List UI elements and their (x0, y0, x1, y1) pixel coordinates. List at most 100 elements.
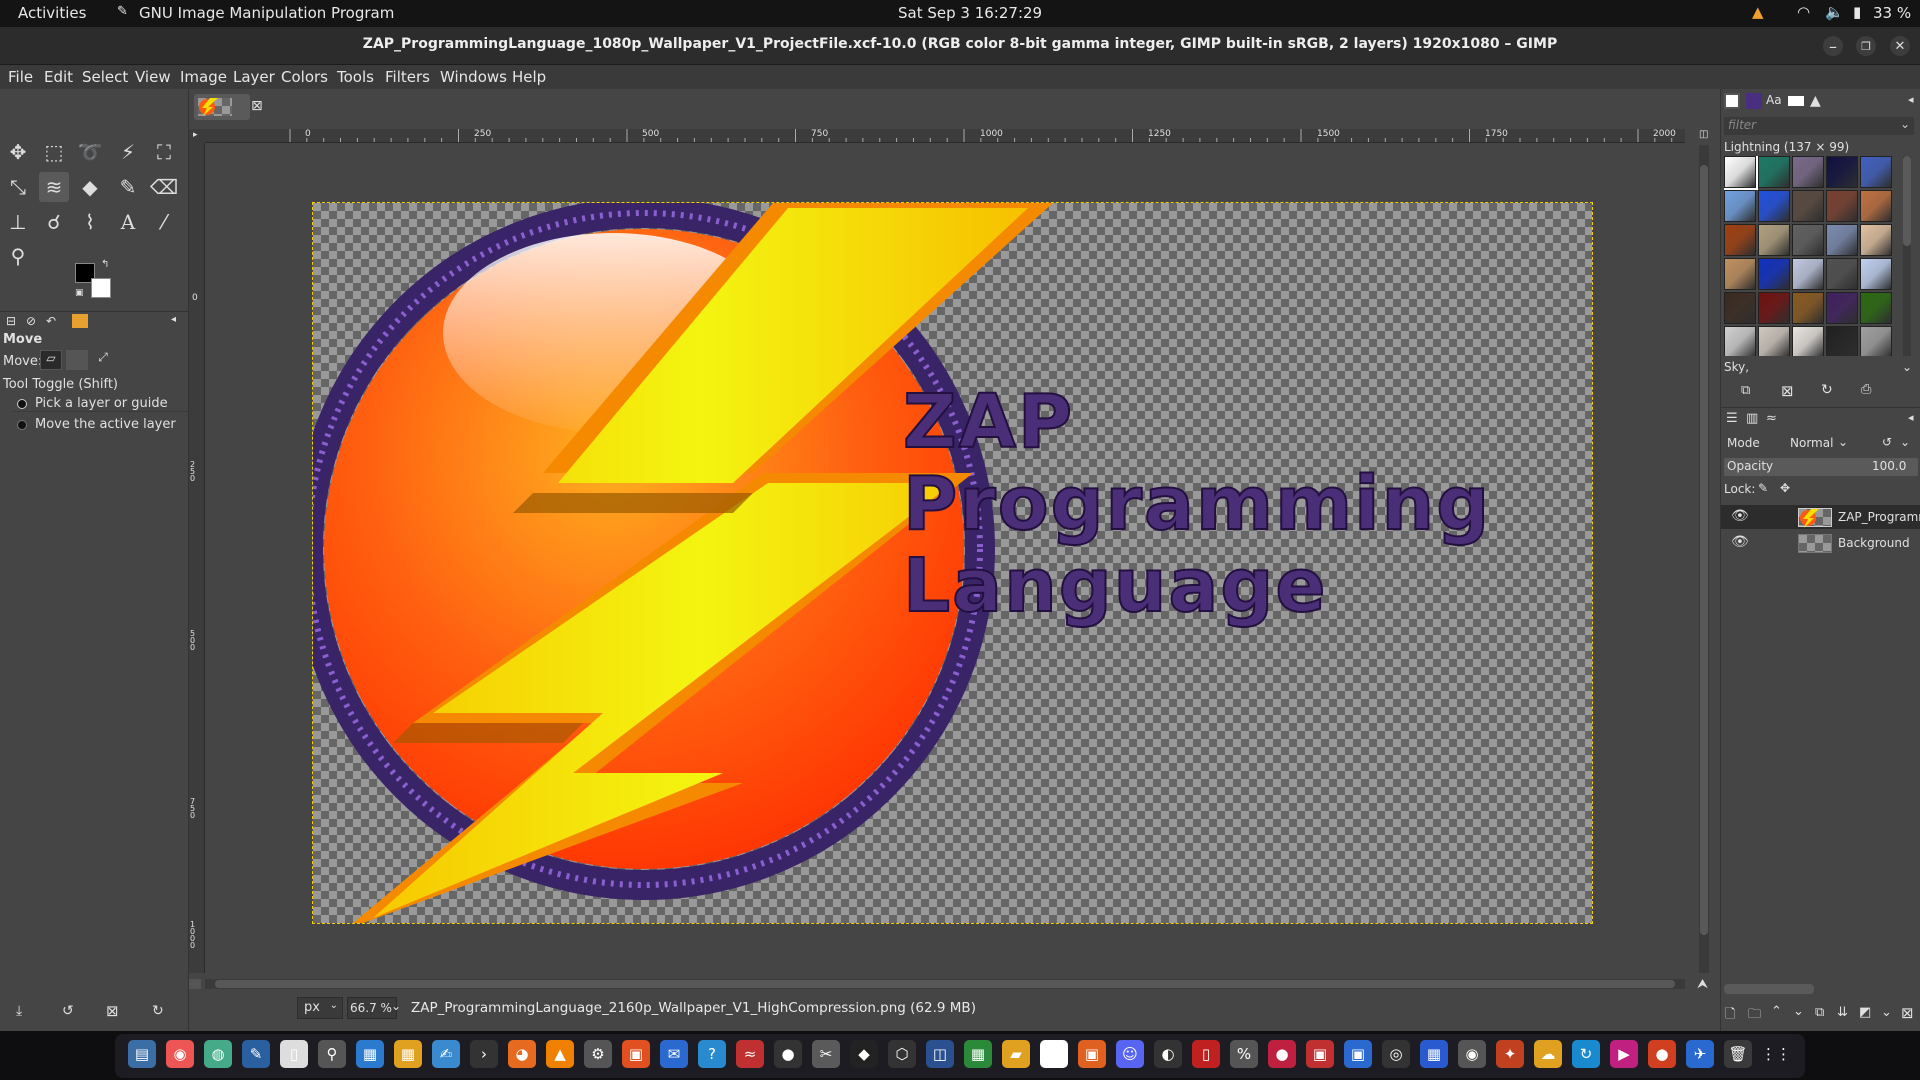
delete-layer-icon[interactable]: ⊠ (1901, 1004, 1914, 1022)
pattern-swatch[interactable] (1792, 292, 1824, 324)
raise-layer-icon[interactable]: ⌃ (1771, 1004, 1782, 1019)
steam-icon[interactable]: ◐ (1154, 1040, 1182, 1068)
folder-icon[interactable]: ▰ (1002, 1040, 1030, 1068)
terminal-icon[interactable]: › (470, 1040, 498, 1068)
menu-help[interactable]: Help (512, 68, 546, 86)
background-color-swatch[interactable] (91, 278, 111, 298)
chevron-down-icon[interactable]: ⌄ (1881, 1005, 1892, 1020)
configure-tab-icon[interactable]: ◂ (171, 314, 176, 325)
maximize-button[interactable]: ❐ (1856, 36, 1876, 56)
pattern-swatch[interactable] (1792, 258, 1824, 290)
inkscape-icon[interactable]: ◆ (850, 1040, 878, 1068)
tool-options-tab-icon[interactable]: ⊟ (6, 314, 16, 328)
menu-windows[interactable]: Windows (440, 68, 507, 86)
paths-tool-icon[interactable]: ⌇ (75, 207, 105, 237)
pattern-swatch[interactable] (1826, 156, 1858, 188)
lock-alpha-icon[interactable] (1802, 483, 1815, 496)
pattern-swatch[interactable] (1792, 224, 1824, 256)
pattern-swatch[interactable] (1860, 258, 1892, 290)
layer-row[interactable]: 👁 ZAP_Programr (1721, 505, 1920, 529)
toolbox-icon[interactable]: ▣ (1306, 1040, 1334, 1068)
chevron-down-icon[interactable]: ⌄ (391, 999, 401, 1013)
move-tool-icon[interactable]: ✥ (3, 137, 33, 167)
gradients-tab-icon[interactable] (1788, 96, 1804, 106)
media-icon[interactable]: ▶ (1610, 1040, 1638, 1068)
pattern-swatch[interactable] (1792, 156, 1824, 188)
delete-pattern-icon[interactable]: ⊠ (1781, 382, 1794, 400)
recorder-icon[interactable]: ● (1268, 1040, 1296, 1068)
channels-tab-icon[interactable]: ▥ (1746, 411, 1758, 426)
game-icon[interactable]: ✦ (1496, 1040, 1524, 1068)
smudge-tool-icon[interactable]: ☌ (39, 207, 69, 237)
bucket-fill-tool-icon[interactable]: ◆ (75, 172, 105, 202)
battery-icon[interactable]: ▮ (1853, 3, 1861, 21)
chrome-icon[interactable]: ◍ (204, 1040, 232, 1068)
configure-tab-icon[interactable]: ◂ (1908, 411, 1914, 424)
pattern-swatch[interactable] (1826, 326, 1858, 356)
pattern-swatch[interactable] (1758, 292, 1790, 324)
brushes-tab-icon[interactable] (1724, 93, 1740, 109)
files-icon[interactable]: ▤ (128, 1040, 156, 1068)
unit-select[interactable]: px ⌄ (297, 997, 343, 1019)
pattern-swatch[interactable] (1724, 156, 1758, 190)
pattern-scroll-thumb[interactable] (1903, 156, 1911, 246)
save-options-icon[interactable]: ⤓ (16, 1003, 22, 1019)
undo-history-tab-icon[interactable]: ↶ (46, 314, 56, 328)
pattern-swatch[interactable] (1792, 190, 1824, 222)
pattern-grid[interactable] (1724, 156, 1896, 356)
navigate-corner-button[interactable] (189, 979, 201, 989)
sheets-icon[interactable]: ▦ (394, 1040, 422, 1068)
image-canvas[interactable]: ZAP Programming Language (312, 202, 1593, 924)
pattern-swatch[interactable] (1758, 156, 1790, 188)
menu-layer[interactable]: Layer (233, 68, 275, 86)
wifi-icon[interactable]: ◠ (1797, 3, 1810, 21)
vertical-scroll-thumb[interactable] (1700, 165, 1708, 935)
tool-icon[interactable]: ✈ (1686, 1040, 1714, 1068)
horizontal-ruler[interactable]: 0 250 500 750 1000 1250 1500 1750 2000 (205, 129, 1685, 143)
new-layer-group-icon[interactable]: 🗀 (1748, 1005, 1761, 1027)
calc-icon[interactable]: % (1230, 1040, 1258, 1068)
spreadsheet-icon[interactable]: ▦ (964, 1040, 992, 1068)
discord-icon[interactable]: ☺ (1116, 1040, 1144, 1068)
docs-icon[interactable]: ▦ (356, 1040, 384, 1068)
gimp-icon[interactable]: ✂ (812, 1040, 840, 1068)
apps-grid-icon[interactable]: ⋮⋮ (1761, 1040, 1791, 1068)
menu-file[interactable]: File (8, 68, 33, 86)
lasso-tool-icon[interactable]: ➰ (75, 137, 105, 167)
sync-icon[interactable]: ↻ (1572, 1040, 1600, 1068)
lower-layer-icon[interactable]: ⌄ (1793, 1004, 1804, 1019)
pattern-name-field[interactable]: Sky, ⌄ (1724, 360, 1916, 378)
mail-icon[interactable]: ✉ (660, 1040, 688, 1068)
lock-position-icon[interactable]: ✥ (1780, 481, 1790, 495)
app-menu-label[interactable]: GNU Image Manipulation Program (139, 4, 394, 22)
horizontal-scroll-thumb[interactable] (215, 980, 1675, 988)
vertical-scrollbar[interactable] (1699, 145, 1709, 973)
activities-button[interactable]: Activities (18, 4, 86, 22)
pattern-swatch[interactable] (1860, 326, 1892, 356)
quick-mask-icon[interactable]: ◫ (1699, 129, 1711, 143)
image-tab-close-icon[interactable]: ⊠ (251, 98, 263, 114)
trash-icon[interactable]: 🗑 (1724, 1040, 1752, 1068)
search-icon[interactable]: ⚲ (318, 1040, 346, 1068)
paintbrush-tool-icon[interactable]: ✎ (113, 172, 143, 202)
move-selection-mode-button[interactable] (66, 350, 88, 370)
image-tab[interactable] (194, 94, 250, 120)
duplicate-pattern-icon[interactable]: ⧉ (1741, 383, 1750, 398)
image-icon[interactable]: ▣ (1078, 1040, 1106, 1068)
notes-icon[interactable]: ▯ (280, 1040, 308, 1068)
vertical-ruler[interactable]: 0 250 500 750 1000 (189, 143, 205, 973)
radio-unselected-icon[interactable] (17, 420, 27, 430)
git-icon[interactable]: ◎ (1382, 1040, 1410, 1068)
menu-image[interactable]: Image (180, 68, 227, 86)
pattern-swatch[interactable] (1860, 224, 1892, 256)
browser-icon[interactable]: ◉ (166, 1040, 194, 1068)
pattern-swatch[interactable] (1758, 326, 1790, 356)
pick-layer-radio-row[interactable]: Pick a layer or guide (13, 395, 188, 412)
open-pattern-icon[interactable]: ⎙ (1861, 382, 1871, 397)
visibility-eye-icon[interactable]: 👁 (1731, 534, 1749, 550)
obs-icon[interactable]: ● (774, 1040, 802, 1068)
pattern-swatch[interactable] (1826, 258, 1858, 290)
fonts-tab-icon[interactable]: Aa (1766, 93, 1782, 107)
vlc-icon[interactable]: ▲ (546, 1040, 574, 1068)
swap-colors-icon[interactable]: ↰ (101, 259, 109, 270)
